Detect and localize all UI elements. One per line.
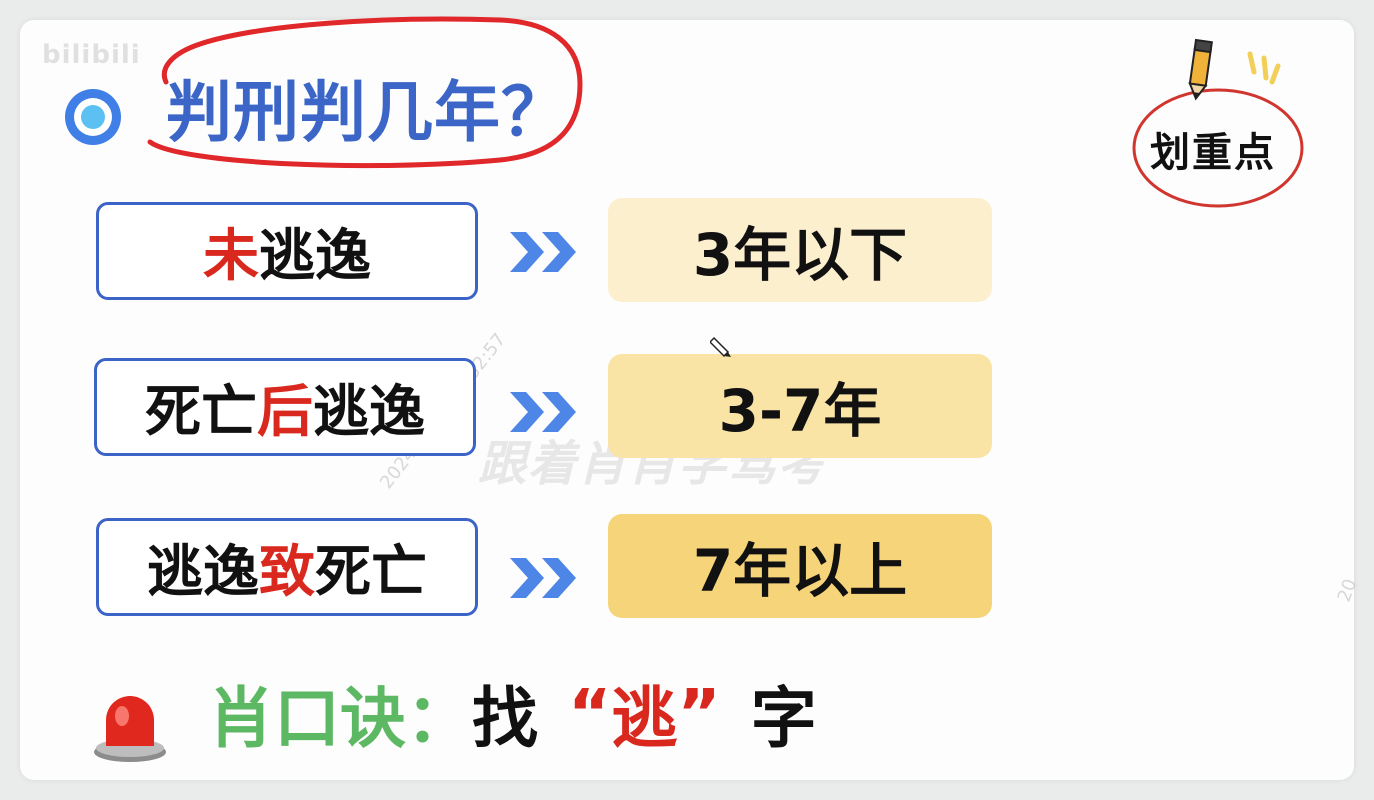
result-3: 7年以上 [608,514,992,618]
row-label-3-prefix: 逃逸 [147,539,259,605]
mnemonic-head: 肖口诀： [208,680,472,757]
row-label-1-key: 未 [203,223,259,289]
double-chevron-icon [510,392,576,432]
mnemonic-find: 找 [472,680,538,757]
row-label-2: 死亡后逃逸 [94,358,476,456]
mnemonic-open-quote: “ [568,674,612,752]
row-label-2-prefix: 死亡 [145,379,257,445]
mnemonic-tail: 字 [750,680,817,757]
row-label-2-suffix: 逃逸 [313,379,425,445]
row-label-3: 逃逸致死亡 [96,518,478,616]
row-label-2-key: 后 [257,379,313,445]
row-label-1: 未逃逸 [96,202,478,300]
mnemonic-close-quote: ” [677,674,721,752]
row-label-3-suffix: 死亡 [315,539,427,605]
double-chevron-icon [510,558,576,598]
mnemonic-key: 逃 [611,680,678,757]
target-bullet-icon [65,89,121,145]
double-chevron-icon [510,232,576,272]
result-2: 3-7年 [608,354,992,458]
pencil-cursor-icon [710,336,731,358]
red-circle-annotation [147,16,583,169]
result-1: 3年以下 [608,198,992,302]
alarm-light-icon [94,696,166,762]
mnemonic: 肖口诀： 找 “ 逃 ” 字 [208,668,817,758]
bilibili-watermark: bilibili [42,40,141,70]
row-label-1-suffix: 逃逸 [259,223,371,289]
stamp-label: 划重点 [1150,130,1276,176]
row-label-3-key: 致 [259,539,315,605]
